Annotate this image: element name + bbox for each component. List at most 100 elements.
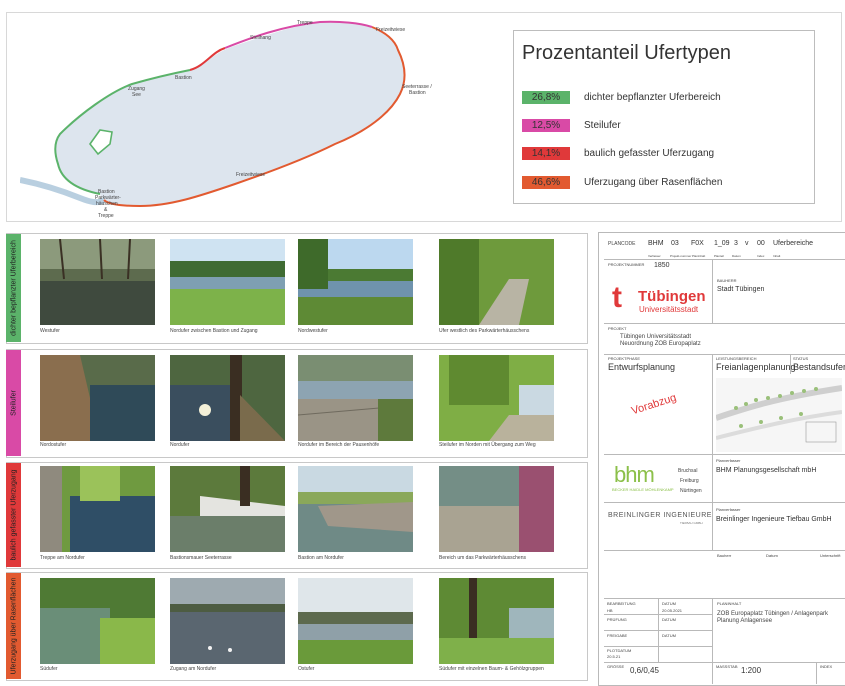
photo-steilufer-norden [439,355,554,441]
caption-bastion-nordufer: Bastion am Nordufer [298,555,344,561]
plancode-cell-1: BHM [648,240,664,247]
row-label-lawn: Uferzugang über Rasenflächen [6,573,21,679]
photo-nordwestufer [298,239,413,325]
caption-suedufer-baumgruppen: Südufer mit einzelnen Baum- & Gehölzgrup… [439,666,544,672]
legend-swatch-built: 14,1% [522,147,570,160]
caption-nordostufer: Nordostufer [40,442,67,448]
divider [604,323,845,324]
divider [604,598,845,599]
legend-label-lawn: Uferzugang über Rasenflächen [584,177,723,188]
planinhalt-line-1: ZOB Europaplatz Tübingen / Anlagenpark [717,611,828,617]
caption-bastionsmauer: Bastionsmauer Seeterrasse [170,555,232,561]
bhm-city-2: Freiburg [680,478,699,484]
planverfasser-label-2: Planverfasser [716,507,741,512]
leistung-value: Freianlagenplanung [716,362,796,372]
pruefung-label: PRÜFUNG [607,617,627,622]
photo-ufer-parkwaerter [439,239,554,325]
legend-title: Prozentanteil Ufertypen [522,42,732,64]
groesse-label: GRÖSSE [607,664,625,669]
plancode-cell-8: Uferbereiche [773,240,814,247]
photo-nordostufer [40,355,155,441]
plancode-cell-5: 3 [734,240,738,247]
photo-parkwaerterhaeuschen [439,466,554,552]
tuebingen-logo-name: Tübingen [638,288,706,305]
photo-bastionsmauer [170,466,285,552]
photo-bastion-nordufer [298,466,413,552]
map-label-bastion-north: Bastion [175,75,192,81]
plancode-label: PLANCODE [608,241,636,247]
planinhalt-line-2: Planung Anlagensee [717,618,773,624]
legend-label-built: baulich gefasster Uferzugang [584,148,715,159]
divider [712,259,713,323]
photo-westufer [40,239,155,325]
map-label-treppe: Treppe [297,20,313,26]
bhm-logo: bhm [614,462,655,487]
freigabe-col-unterschrift: Unterschrift [820,553,841,558]
photo-nordufer-pausenhoefe [298,355,413,441]
plancode-cell-6: v [745,240,749,247]
plancode-cell-4: 1_09 [714,240,730,247]
divider [816,662,817,684]
divider [604,259,845,260]
map-label-bastion-east: Bastion [409,90,426,96]
plancode-cell-2: 03 [671,240,679,247]
divider [604,550,845,551]
divider [604,502,845,503]
tuebingen-logo-icon: t [612,281,622,314]
caption-westufer: Westufer [40,328,60,334]
breinlinger-logo-sub: TIEFBAU GMBH [680,521,703,525]
caption-zugang-nordufer: Zugang am Nordufer [170,666,217,672]
freigabe-col-bauherr: Bauherr [717,553,732,558]
massstab-value: 1:200 [741,666,762,675]
projekt-line-2: Neuordnung ZOB Europaplatz [620,341,701,347]
map-label-freizeitwiese-south: Freizeitwiese [236,172,266,178]
legend-label-steep: Steilufer [584,120,621,131]
bearbeitung-label: BEARBEITUNG [607,601,636,606]
caption-nordufer-bastion: Nordufer zwischen Bastion und Zugang [170,328,258,334]
row-label-built: baulich gefasster Uferzugang [6,463,21,567]
map-label-see: See [132,92,141,98]
divider [604,630,712,631]
caption-steilufer-norden: Steilufer im Norden mit Übergang zum Weg [439,442,536,448]
bauherr-name: Stadt Tübingen [717,286,765,293]
photo-suedufer-baumgruppen [439,578,554,664]
map-label-freizeitwiese-north: Freizeitwiese [376,27,406,33]
plancode-cell-3: F0X [691,240,704,247]
row-label-steep: Steilufer [6,350,21,456]
legend-label-dense: dichter bepflanzter Uferbereich [584,92,721,103]
planverfasser-label-1: Planverfasser [716,458,741,463]
caption-nordufer: Nordufer [170,442,190,448]
legend-swatch-steep: 12,5% [522,119,570,132]
photo-suedufer [40,578,155,664]
divider [604,354,845,355]
divider [604,454,845,455]
groesse-value: 0,6/0,45 [630,666,659,675]
bhm-city-3: Nürtingen [680,488,702,494]
breinlinger-logo: BREINLINGER INGENIEURE [608,512,712,519]
massstab-label: MASSSTAB [716,664,738,669]
bhm-logo-sub: BECKER HAIDLE MÖHLENKAMP [612,487,674,492]
projekt-label: PROJEKT [608,326,627,331]
photo-nordufer-bastion [170,239,285,325]
lake-outline-map [20,20,406,208]
caption-nordufer-pausenhoefe: Nordufer im Bereich der Pausenhöfe [298,442,380,448]
caption-suedufer: Südufer [40,666,58,672]
divider [604,662,845,663]
divider [712,354,713,454]
photo-ostufer [298,578,413,664]
caption-nordwestufer: Nordwestufer [298,328,328,334]
phase-value: Entwurfsplanung [608,362,676,372]
status-value: Bestandsufer [793,362,845,372]
legend-swatch-dense: 26,8% [522,91,570,104]
map-label-treppe-sw: Treppe [98,213,114,219]
planinhalt-label: PLANINHALT [717,601,742,606]
plancode-cell-7: 00 [757,240,765,247]
map-label-steilhang: Steilhang [250,35,271,41]
tuebingen-logo-sub: Universitätsstadt [639,305,699,314]
datum3-label: DATUM [662,633,676,638]
datum2-label: DATUM [662,617,676,622]
caption-ufer-parkwaerter: Ufer westlich des Parkwärterhäusschens [439,328,530,334]
site-plan-thumbnail [716,378,842,452]
photo-zugang-nordufer [170,578,285,664]
project-number: 1850 [654,262,670,269]
